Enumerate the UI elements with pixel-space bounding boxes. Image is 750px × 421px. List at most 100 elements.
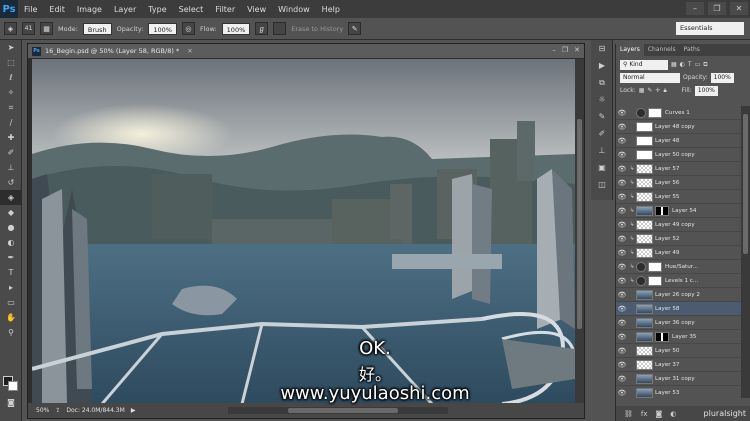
layer-row[interactable]: 👁︎ ↳ Layer 56 — [616, 176, 741, 190]
hand-tool-icon[interactable]: ✋ — [0, 310, 22, 325]
close-button[interactable]: ✕ — [730, 2, 748, 15]
layer-thumbnail[interactable] — [636, 191, 653, 202]
visibility-eye-icon[interactable]: 👁︎ — [616, 347, 628, 355]
document-close-button[interactable]: ✕ — [574, 46, 580, 54]
clone-stamp-tool-icon[interactable]: ⊥ — [0, 160, 22, 175]
paint-bucket-tool-icon[interactable]: ◆ — [0, 205, 22, 220]
filter-shape-icon[interactable]: ▭ — [695, 61, 701, 68]
visibility-eye-icon[interactable]: 👁︎ — [616, 193, 628, 201]
layer-thumbnail[interactable] — [636, 317, 653, 328]
layer-thumbnail[interactable] — [636, 219, 653, 230]
layer-row[interactable]: 👁︎ Layer 31 copy — [616, 372, 741, 386]
layer-row[interactable]: 👁︎ Layer 37 — [616, 358, 741, 372]
visibility-eye-icon[interactable]: 👁︎ — [616, 109, 628, 117]
layer-mask-thumbnail[interactable] — [655, 205, 669, 216]
airbrush-icon[interactable]: ℊ — [255, 22, 269, 35]
layer-opacity-input[interactable]: 100% — [710, 72, 734, 83]
layer-thumbnail[interactable] — [636, 345, 653, 356]
visibility-eye-icon[interactable]: 👁︎ — [616, 123, 628, 131]
brush-panel-icon[interactable]: ✐ — [591, 125, 613, 142]
visibility-eye-icon[interactable]: 👁︎ — [616, 151, 628, 159]
properties-panel-icon[interactable]: ◫ — [591, 176, 613, 193]
dodge-tool-icon[interactable]: ◐ — [0, 235, 22, 250]
minimize-button[interactable]: – — [686, 2, 704, 15]
layer-row[interactable]: 👁︎ Layer 36 copy — [616, 316, 741, 330]
pen-tool-icon[interactable]: ✒ — [0, 250, 22, 265]
fill-input[interactable]: 100% — [694, 85, 718, 96]
menu-image[interactable]: Image — [71, 5, 108, 14]
visibility-eye-icon[interactable]: 👁︎ — [616, 249, 628, 257]
new-adjustment-icon[interactable]: ◐ — [670, 410, 676, 418]
layer-thumbnail[interactable] — [636, 149, 653, 160]
layer-row[interactable]: 👁︎ ↳ Levels 1 c... — [616, 274, 741, 288]
visibility-eye-icon[interactable]: 👁︎ — [616, 207, 628, 215]
visibility-eye-icon[interactable]: 👁︎ — [616, 235, 628, 243]
opacity-input[interactable]: 100% — [148, 22, 177, 35]
healing-brush-tool-icon[interactable]: ✚ — [0, 130, 22, 145]
lock-image-icon[interactable]: ✎ — [647, 87, 652, 94]
lasso-tool-icon[interactable]: ℓ — [0, 70, 22, 85]
filter-adjustment-icon[interactable]: ◐ — [680, 61, 685, 68]
layer-thumbnail[interactable] — [636, 359, 653, 370]
menu-view[interactable]: View — [241, 5, 272, 14]
mode-select[interactable]: Brush — [82, 22, 112, 35]
flow-input[interactable]: 100% — [221, 22, 251, 35]
layer-style-icon[interactable]: fx — [641, 410, 648, 418]
document-minimize-button[interactable]: – — [552, 46, 556, 54]
layer-thumbnail[interactable] — [636, 261, 646, 272]
pressure-opacity-icon[interactable]: ◎ — [181, 22, 195, 35]
visibility-eye-icon[interactable]: 👁︎ — [616, 221, 628, 229]
adjustments-panel-icon[interactable]: ☼ — [591, 91, 613, 108]
layer-row[interactable]: 👁︎ Layer 50 copy — [616, 148, 741, 162]
brush-preset-picker[interactable]: 41 — [22, 22, 35, 35]
layer-row[interactable]: 👁︎ ↳ Layer 57 — [616, 162, 741, 176]
tab-layers[interactable]: Layers — [616, 44, 644, 56]
visibility-eye-icon[interactable]: 👁︎ — [616, 389, 628, 397]
layers-scrollbar[interactable] — [741, 106, 750, 398]
menu-type[interactable]: Type — [142, 5, 172, 14]
visibility-eye-icon[interactable]: 👁︎ — [616, 277, 628, 285]
layer-row[interactable]: 👁︎ Layer 48 — [616, 134, 741, 148]
lock-transparent-icon[interactable]: ▦ — [639, 87, 645, 94]
tool-presets-icon[interactable]: ▣ — [591, 159, 613, 176]
layer-thumbnail[interactable] — [636, 247, 653, 258]
add-mask-icon[interactable]: ◙ — [656, 410, 663, 418]
menu-layer[interactable]: Layer — [108, 5, 142, 14]
visibility-eye-icon[interactable]: 👁︎ — [616, 179, 628, 187]
link-layers-icon[interactable]: ⛓ — [624, 410, 633, 418]
blend-mode-select[interactable]: Normal — [620, 72, 680, 83]
tab-paths[interactable]: Paths — [680, 44, 704, 56]
visibility-eye-icon[interactable]: 👁︎ — [616, 291, 628, 299]
eraser-tool-icon[interactable]: ◈ — [0, 190, 22, 205]
layer-thumbnail[interactable] — [636, 163, 653, 174]
lock-all-icon[interactable]: 🔒︎ — [663, 87, 666, 95]
clone-source-icon[interactable]: ⊥ — [591, 142, 613, 159]
layer-row[interactable]: 👁︎ ↳ Layer 55 — [616, 190, 741, 204]
visibility-eye-icon[interactable]: 👁︎ — [616, 305, 628, 313]
layer-thumbnail[interactable] — [636, 121, 653, 132]
brush-tool-icon[interactable]: ✐ — [0, 145, 22, 160]
layer-thumbnail[interactable] — [636, 205, 653, 216]
brush-presets-icon[interactable]: ✎ — [591, 108, 613, 125]
menu-help[interactable]: Help — [316, 5, 346, 14]
layer-row[interactable]: 👁︎ Layer 26 copy 2 — [616, 288, 741, 302]
blur-tool-icon[interactable]: ● — [0, 220, 22, 235]
menu-window[interactable]: Window — [272, 5, 316, 14]
horizontal-scroll-thumb[interactable] — [288, 408, 398, 413]
layer-row[interactable]: 👁︎ ↳ Layer 54 — [616, 204, 741, 218]
layer-thumbnail[interactable] — [636, 107, 646, 118]
vertical-scroll-thumb[interactable] — [577, 119, 582, 329]
menu-filter[interactable]: Filter — [209, 5, 241, 14]
layer-mask-thumbnail[interactable] — [648, 275, 662, 286]
layer-thumbnail[interactable] — [636, 135, 653, 146]
visibility-eye-icon[interactable]: 👁︎ — [616, 263, 628, 271]
layers-scroll-thumb[interactable] — [743, 114, 748, 254]
zoom-level[interactable]: 50% — [36, 407, 49, 414]
history-panel-icon[interactable]: ⊟ — [591, 40, 613, 57]
layer-thumbnail[interactable] — [636, 303, 653, 314]
layer-row[interactable]: 👁︎ Layer 58 — [616, 302, 741, 316]
menu-edit[interactable]: Edit — [43, 5, 71, 14]
status-menu-arrow-icon[interactable]: ▶ — [131, 407, 136, 414]
layer-row[interactable]: 👁︎ Layer 35 — [616, 330, 741, 344]
visibility-eye-icon[interactable]: 👁︎ — [616, 137, 628, 145]
